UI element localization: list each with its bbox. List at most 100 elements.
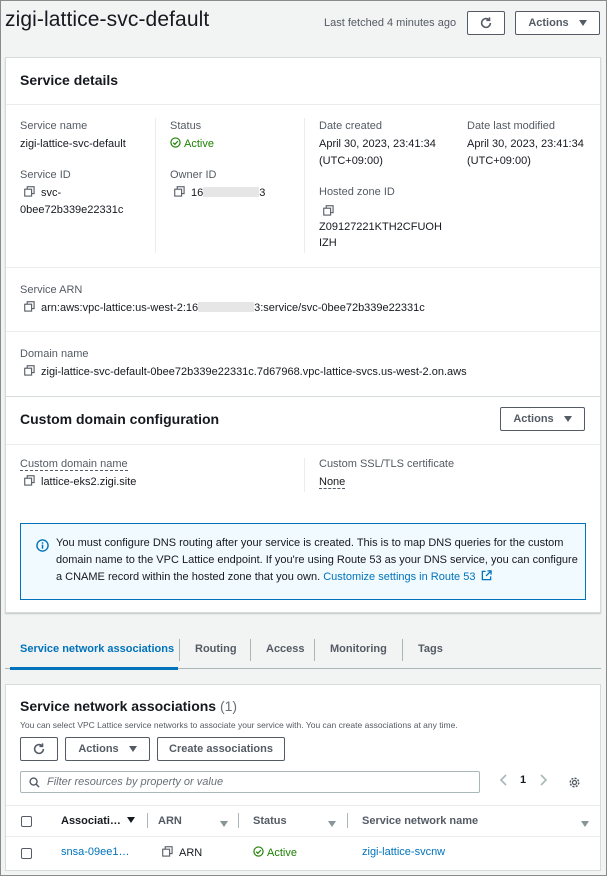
service-arn-value: arn:aws:vpc-lattice:us-west-2:16 3:servic… (24, 300, 425, 317)
copy-icon[interactable] (24, 475, 35, 486)
associations-title: Service network associations (1) (20, 698, 237, 714)
column-header-arn[interactable]: ARN (158, 815, 182, 827)
header-actions-button[interactable]: Actions (515, 11, 600, 35)
search-icon (29, 776, 40, 788)
divider (238, 813, 239, 828)
divider (147, 813, 148, 828)
divider (6, 267, 600, 268)
status-label: Status (170, 120, 202, 132)
divider (304, 118, 305, 253)
pagination-next[interactable] (539, 774, 548, 789)
route53-link[interactable]: Customize settings in Route 53 (323, 570, 492, 583)
service-name-label: Service name (20, 120, 88, 132)
sort-icon[interactable] (328, 818, 336, 830)
sort-icon[interactable] (581, 818, 589, 830)
external-link-icon (481, 570, 492, 581)
date-created-line1: April 30, 2023, 23:41:34 (319, 138, 436, 150)
copy-icon[interactable] (162, 846, 173, 857)
ssl-cert-text[interactable]: None (319, 476, 346, 489)
check-circle-icon (253, 846, 264, 857)
associations-container: Service network associations (1) You can… (5, 684, 601, 871)
sort-icon-shape (581, 821, 589, 827)
arn-end: 3:service/svc-0bee72b339e22331c (254, 302, 425, 314)
column-header-status[interactable]: Status (253, 815, 287, 827)
page-title: zigi-lattice-svc-default (5, 8, 210, 31)
association-id-link[interactable]: snsa-09ee1… (61, 846, 130, 858)
divider (6, 836, 600, 837)
column-header-association-id[interactable]: Associati… (61, 815, 135, 827)
pagination-prev[interactable] (499, 774, 508, 789)
tab-service-network-associations[interactable]: Service network associations (20, 643, 174, 655)
divider (402, 639, 403, 661)
status-value: Active (170, 136, 214, 153)
refresh-button[interactable] (467, 11, 505, 35)
chevron-right-icon (540, 774, 548, 786)
select-all-checkbox[interactable] (21, 816, 32, 827)
alert-message: You must configure DNS routing after you… (56, 535, 581, 586)
hosted-zone-label: Hosted zone ID (319, 186, 395, 198)
pagination-current-page[interactable]: 1 (520, 774, 526, 786)
divider (6, 805, 600, 806)
custom-domain-title: Custom domain configuration (20, 411, 220, 427)
service-id-value: svc- (24, 185, 61, 202)
divider (155, 118, 156, 253)
copy-icon[interactable] (24, 365, 35, 376)
ssl-cert-label: Custom SSL/TLS certificate (319, 458, 455, 470)
tab-tags[interactable]: Tags (418, 643, 443, 655)
tab-monitoring[interactable]: Monitoring (330, 643, 387, 655)
copy-icon[interactable] (174, 186, 185, 197)
owner-id-value: 16 3 (174, 185, 265, 202)
preferences-button[interactable] (568, 776, 581, 792)
custom-domain-name-label: Custom domain name (20, 458, 128, 471)
caret-down-icon (128, 746, 137, 752)
associations-count: (1) (219, 698, 238, 714)
domain-name-value: zigi-lattice-svc-default-0bee72b339e2233… (24, 364, 467, 381)
active-tab-indicator (10, 667, 178, 670)
divider (6, 396, 600, 397)
column-header-service-network-name[interactable]: Service network name (362, 815, 478, 827)
ssl-cert-value: None (319, 474, 346, 491)
copy-icon[interactable] (24, 186, 35, 197)
arn-cell: ARN (162, 846, 202, 859)
tab-access[interactable]: Access (266, 643, 305, 655)
chevron-left-icon (499, 774, 507, 786)
custom-domain-name-label-text[interactable]: Custom domain name (20, 458, 128, 471)
alert-text: You must configure DNS routing after you… (56, 537, 578, 583)
associations-actions-label: Actions (78, 743, 119, 755)
associations-refresh-button[interactable] (20, 737, 58, 761)
service-network-link[interactable]: zigi-lattice-svcnw (362, 846, 445, 858)
copy-icon[interactable] (323, 205, 334, 216)
info-icon (36, 539, 49, 552)
header-actions-label: Actions (528, 17, 569, 29)
status-cell-text: Active (267, 847, 297, 859)
filter-search-box[interactable] (20, 771, 480, 793)
column-header-association-id-text: Associati… (61, 815, 121, 827)
service-id-label: Service ID (20, 169, 71, 181)
row-checkbox[interactable] (21, 848, 32, 859)
caret-down-icon (563, 416, 572, 422)
copy-icon[interactable] (24, 301, 35, 312)
divider (314, 639, 315, 661)
custom-domain-name-text: lattice-eks2.zigi.site (41, 476, 137, 488)
associations-actions-button[interactable]: Actions (65, 737, 150, 761)
filter-input[interactable] (47, 776, 467, 788)
service-details-container: Service details Service name zigi-lattic… (5, 57, 601, 613)
create-associations-button[interactable]: Create associations (157, 737, 285, 761)
divider (250, 639, 251, 661)
dns-info-alert: You must configure DNS routing after you… (20, 523, 586, 600)
service-details-title: Service details (20, 72, 119, 88)
sort-icon-shape (328, 821, 336, 827)
divider (347, 813, 348, 828)
route53-link-text: Customize settings in Route 53 (323, 571, 476, 583)
divider (304, 458, 305, 492)
divider (6, 331, 600, 332)
tab-routing[interactable]: Routing (195, 643, 237, 655)
custom-domain-actions-label: Actions (513, 413, 554, 425)
sort-icon[interactable] (220, 818, 228, 830)
service-id-part1: svc- (41, 187, 62, 199)
divider (179, 639, 180, 661)
service-details-header: Service details (6, 58, 600, 105)
owner-id-label: Owner ID (170, 169, 217, 181)
service-name-value: zigi-lattice-svc-default (20, 138, 126, 150)
custom-domain-actions-button[interactable]: Actions (500, 407, 585, 431)
